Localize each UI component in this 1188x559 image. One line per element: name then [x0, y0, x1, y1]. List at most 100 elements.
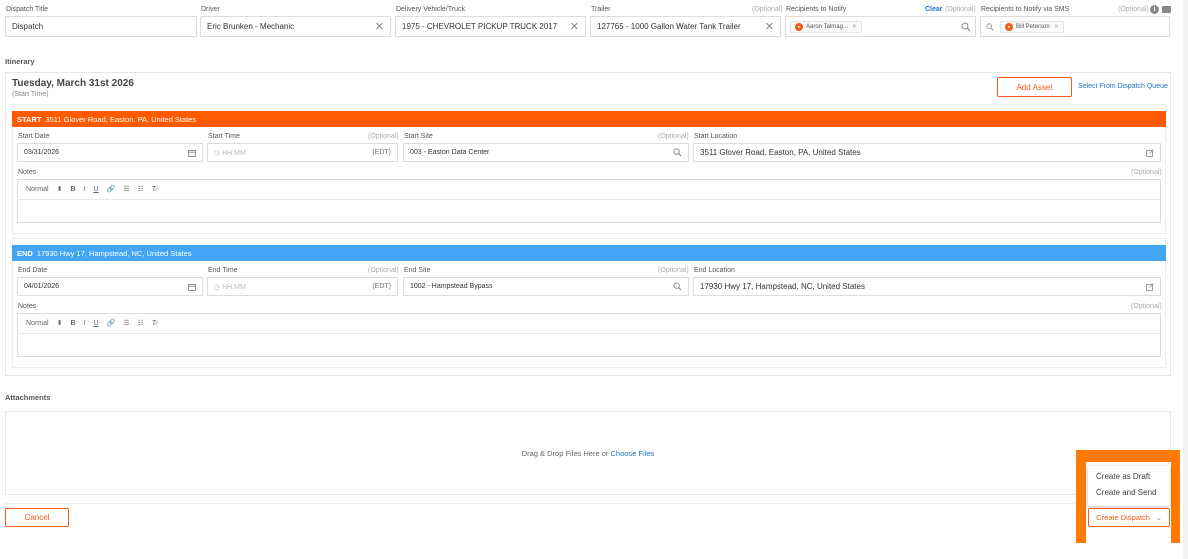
external-link-icon[interactable]: [1146, 282, 1154, 291]
info-icon[interactable]: i: [1150, 5, 1159, 14]
format-select[interactable]: Normal: [26, 320, 49, 327]
itinerary-date-sub: (Start Time): [12, 91, 49, 98]
bullet-list-icon[interactable]: ☷: [138, 319, 144, 327]
end-notes-editor[interactable]: [17, 313, 1161, 357]
avatar: ●: [795, 22, 803, 31]
notify-optional: (Optional): [945, 6, 976, 13]
end-time-optional: (Optional): [368, 267, 399, 274]
external-link-icon[interactable]: [1146, 148, 1154, 157]
create-dispatch-label: Create Dispatch: [1096, 513, 1150, 522]
clear-format-icon[interactable]: T̷: [152, 320, 156, 327]
add-asset-button[interactable]: Add Asset: [997, 77, 1072, 97]
vehicle-label: Delivery Vehicle/Truck: [396, 6, 465, 13]
itinerary-date-heading: Tuesday, March 31st 2026: [12, 78, 134, 89]
underline-icon[interactable]: U: [93, 320, 98, 327]
start-time-placeholder: HH:MM: [222, 149, 246, 157]
start-tz: (EDT): [372, 149, 391, 156]
search-icon: [961, 22, 971, 32]
trailer-clear-icon[interactable]: ✕: [765, 20, 774, 33]
dispatch-title-label: Dispatch Title: [6, 6, 49, 13]
notify-recipient-chip[interactable]: ● Aaron Talmag... ✕: [790, 20, 862, 33]
start-location-label: Start Location: [694, 133, 738, 140]
divider: [17, 333, 1161, 334]
vehicle-clear-icon[interactable]: ✕: [570, 20, 579, 33]
start-site-label: Start Site: [404, 133, 433, 140]
clock-icon: ◷: [214, 283, 223, 291]
search-icon: [673, 148, 682, 157]
notify-clear-link[interactable]: Clear: [925, 6, 943, 13]
create-as-draft-item[interactable]: Create as Draft: [1096, 472, 1162, 481]
calendar-icon[interactable]: [188, 283, 196, 291]
scrollbar-track[interactable]: [1183, 0, 1188, 559]
start-notes-optional: (Optional): [1131, 169, 1162, 176]
trailer-label: Trailer: [591, 6, 611, 13]
driver-select[interactable]: Eric Brunken - Mechanic ✕: [200, 16, 391, 37]
start-date-input[interactable]: 03/31/2026: [17, 143, 203, 162]
chip-remove-icon[interactable]: ✕: [852, 23, 857, 30]
end-bar-address: 17930 Hwy 17, Hampstead, NC, United Stat…: [36, 248, 192, 258]
italic-icon[interactable]: I: [84, 320, 86, 327]
vehicle-select[interactable]: 1975 - CHEVROLET PICKUP TRUCK 2017 ✕: [395, 16, 586, 37]
end-location-input[interactable]: 17930 Hwy 17, Hampstead, NC, United Stat…: [693, 277, 1161, 296]
notify-chip-label: Aaron Talmag...: [806, 23, 848, 30]
end-site-select[interactable]: 1002 - Hampstead Bypass: [403, 277, 689, 296]
driver-clear-icon[interactable]: ✕: [375, 20, 384, 33]
driver-label: Driver: [201, 6, 220, 13]
end-time-input[interactable]: ◷ HH:MM (EDT): [207, 277, 398, 296]
trailer-select[interactable]: 127765 - 1000 Gallon Water Tank Trailer …: [590, 16, 781, 37]
link-icon[interactable]: 🔗: [107, 319, 116, 327]
start-date-label: Start Date: [18, 133, 50, 140]
underline-icon[interactable]: U: [93, 186, 98, 193]
start-notes-label: Notes: [18, 169, 37, 176]
end-bar: END 17930 Hwy 17, Hampstead, NC, United …: [12, 245, 1166, 261]
dispatch-title-input[interactable]: Dispatch: [5, 16, 197, 37]
search-icon: [986, 22, 994, 31]
choose-files-link[interactable]: Choose Files: [611, 449, 655, 458]
chevron-updown-icon[interactable]: ⬍: [57, 185, 63, 193]
start-time-input[interactable]: ◷ HH:MM (EDT): [207, 143, 398, 162]
notify-input[interactable]: ● Aaron Talmag... ✕: [785, 16, 976, 37]
clear-format-icon[interactable]: T̷: [152, 186, 156, 193]
end-notes-optional: (Optional): [1131, 303, 1162, 310]
sms-label: Recipients to Notify via SMS: [981, 6, 1070, 13]
start-time-placeholder-wrap: ◷ HH:MM: [214, 149, 246, 157]
start-notes-editor[interactable]: [17, 179, 1161, 223]
start-site-select[interactable]: 003 - Easton Data Center: [403, 143, 689, 162]
cancel-button[interactable]: Cancel: [5, 508, 69, 527]
sms-input[interactable]: ● Bill Peterson ✕: [980, 16, 1170, 37]
end-time-placeholder: HH:MM: [222, 283, 246, 291]
bullet-list-icon[interactable]: ☷: [138, 185, 144, 193]
end-time-label: End Time: [208, 267, 238, 274]
create-dispatch-button[interactable]: Create Dispatch ⌄: [1088, 508, 1170, 527]
end-site-label: End Site: [404, 267, 431, 274]
start-location-input[interactable]: 3511 Glover Road, Easton, PA, United Sta…: [693, 143, 1161, 162]
start-notes-toolbar: Normal ⬍ B I U 🔗 ☰ ☷ T̷: [26, 185, 164, 194]
end-notes-label: Notes: [18, 303, 37, 310]
select-dispatch-queue-link[interactable]: Select From Dispatch Queue: [1078, 83, 1168, 90]
end-tz: (EDT): [372, 283, 391, 290]
chip-remove-icon[interactable]: ✕: [1054, 23, 1059, 30]
divider: [5, 503, 1171, 504]
divider: [17, 199, 1161, 200]
end-bar-tag: END: [17, 248, 33, 258]
calendar-icon[interactable]: [188, 149, 196, 157]
notify-label: Recipients to Notify: [786, 6, 847, 13]
format-select[interactable]: Normal: [26, 186, 49, 193]
italic-icon[interactable]: I: [84, 186, 86, 193]
search-icon: [673, 282, 682, 291]
end-date-input[interactable]: 04/01/2026: [17, 277, 203, 296]
end-site-optional: (Optional): [658, 267, 689, 274]
message-icon[interactable]: [1162, 6, 1171, 13]
ordered-list-icon[interactable]: ☰: [123, 319, 129, 327]
dropzone-text-wrap: Drag & Drop Files Here or Choose Files: [0, 449, 1176, 458]
end-notes-toolbar: Normal ⬍ B I U 🔗 ☰ ☷ T̷: [26, 319, 164, 328]
start-date-value: 03/31/2026: [24, 149, 60, 156]
chevron-updown-icon[interactable]: ⬍: [57, 319, 63, 327]
bold-icon[interactable]: B: [70, 186, 75, 193]
create-and-send-item[interactable]: Create and Send: [1096, 488, 1162, 497]
sms-recipient-chip[interactable]: ● Bill Peterson ✕: [1000, 20, 1064, 33]
link-icon[interactable]: 🔗: [107, 185, 116, 193]
bold-icon[interactable]: B: [70, 320, 75, 327]
ordered-list-icon[interactable]: ☰: [123, 185, 129, 193]
driver-value: Eric Brunken - Mechanic: [207, 22, 295, 31]
